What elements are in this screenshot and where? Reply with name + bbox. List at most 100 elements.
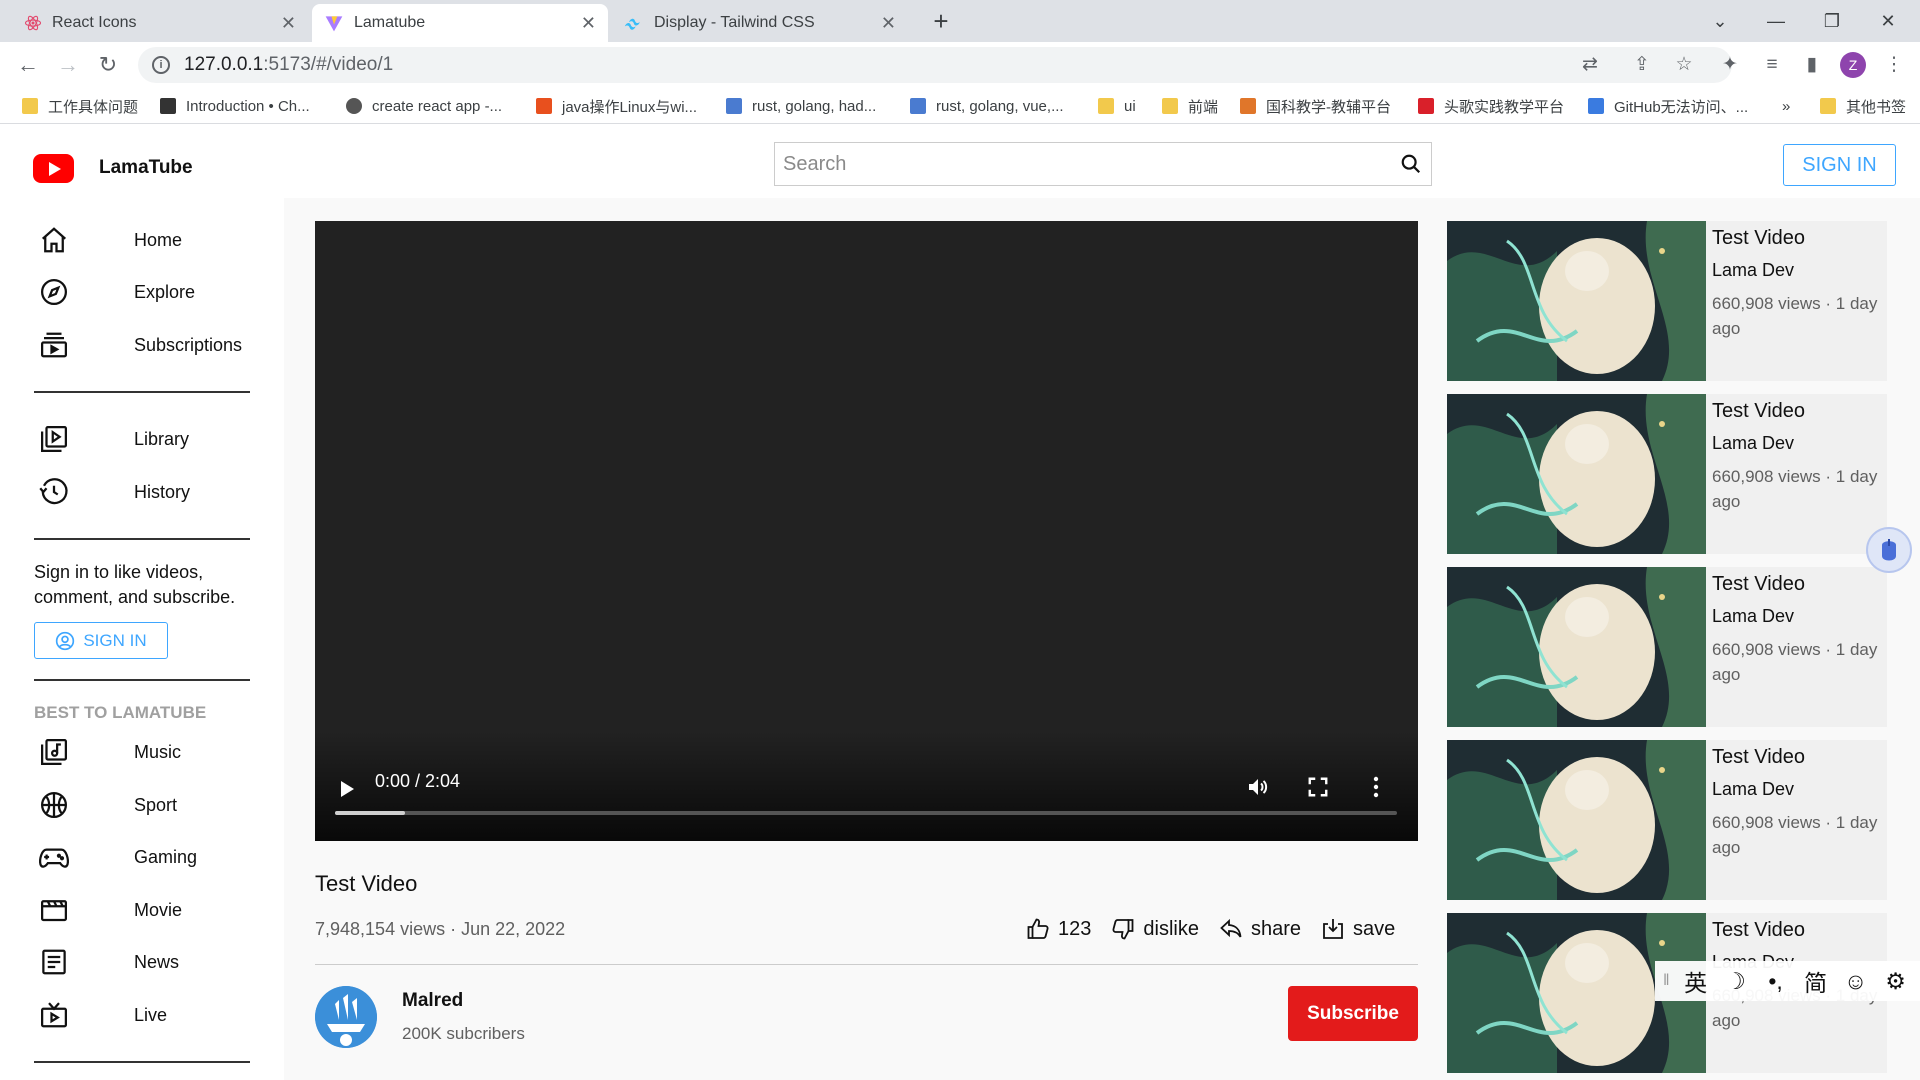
sidebar-item-sport[interactable]: Sport <box>34 785 264 825</box>
progress-bar[interactable] <box>335 811 1397 815</box>
ime-simplified-toggle[interactable]: 简 <box>1796 964 1836 998</box>
channel-name[interactable]: Malred <box>402 990 463 1012</box>
explore-icon <box>34 272 74 312</box>
bookmark-item[interactable]: 其他书签 <box>1820 95 1906 117</box>
search-input[interactable] <box>775 144 1391 184</box>
bookmark-item[interactable]: create react app -... <box>346 95 502 117</box>
time-display: 0:00 / 2:04 <box>375 771 461 791</box>
bookmark-item[interactable]: rust, golang, had... <box>726 95 876 117</box>
url-bar[interactable]: i 127.0.0.1:5173/#/video/1 <box>138 47 1732 83</box>
tab-lamatube[interactable]: Lamatube ✕ <box>312 4 608 42</box>
floating-assistant-icon[interactable] <box>1866 527 1912 573</box>
tab-search-icon[interactable]: ⌄ <box>1692 4 1748 38</box>
sidebar-item-library[interactable]: Library <box>34 419 264 459</box>
more-bookmarks-button[interactable]: » <box>1782 95 1790 117</box>
video-thumbnail[interactable] <box>1447 567 1706 727</box>
tab-tailwind[interactable]: Display - Tailwind CSS ✕ <box>612 4 908 42</box>
emoji-icon[interactable]: ☺ <box>1836 968 1876 995</box>
recommended-video-meta: 660,908 views · 1 day ago <box>1712 640 1878 684</box>
sidebar-item-news[interactable]: News <box>34 942 264 982</box>
sidebar-item-label: Explore <box>134 281 196 302</box>
video-thumbnail[interactable] <box>1447 394 1706 554</box>
bookmark-item[interactable]: java操作Linux与wi... <box>536 95 697 117</box>
reading-list-icon[interactable]: ≡ <box>1758 51 1786 79</box>
drag-handle-icon[interactable]: ‖ <box>1663 972 1670 990</box>
recommended-video-card[interactable]: Test Video Lama Dev 660,908 views · 1 da… <box>1447 221 1887 381</box>
bookmark-item[interactable]: 国科教学-教辅平台 <box>1240 95 1391 117</box>
minimize-button[interactable]: — <box>1748 4 1804 38</box>
youtube-logo-icon[interactable] <box>33 154 74 183</box>
dislike-button[interactable]: dislike <box>1111 917 1199 941</box>
bookmark-item[interactable]: rust, golang, vue,... <box>910 95 1064 117</box>
recommended-video-channel: Lama Dev <box>1712 433 1795 453</box>
save-button[interactable]: save <box>1321 917 1395 941</box>
bookmark-item[interactable]: ui <box>1098 95 1136 117</box>
subscribe-button[interactable]: Subscribe <box>1288 986 1418 1041</box>
site-info-icon[interactable]: i <box>152 56 170 74</box>
recommended-video-card[interactable]: Test Video Lama Dev 660,908 views · 1 da… <box>1447 394 1887 554</box>
sidebar-item-history[interactable]: History <box>34 472 264 512</box>
bookmark-item[interactable]: Introduction • Ch... <box>160 95 310 117</box>
close-icon[interactable]: ✕ <box>581 13 596 34</box>
more-options-icon[interactable] <box>1363 774 1389 800</box>
fullscreen-icon[interactable] <box>1305 774 1331 800</box>
sidebar-item-label: News <box>134 951 180 972</box>
bookmark-item[interactable]: 工作具体问题 <box>22 95 138 117</box>
recommended-video-meta: 660,908 views · 1 day ago <box>1712 467 1878 511</box>
extensions-icon[interactable]: ✦ <box>1716 51 1744 79</box>
sidebar-sign-in-button[interactable]: SIGN IN <box>34 622 168 659</box>
like-button[interactable]: 123 <box>1026 917 1091 941</box>
moon-icon[interactable]: ☽ <box>1716 968 1756 995</box>
maximize-button[interactable]: ❐ <box>1804 4 1860 38</box>
tailwind-logo-icon <box>624 18 640 30</box>
trend-icon <box>910 98 926 114</box>
back-button[interactable]: ← <box>12 49 44 81</box>
sidebar-item-label: Gaming <box>134 846 198 867</box>
search-icon[interactable] <box>1391 144 1431 184</box>
close-icon[interactable]: ✕ <box>281 13 296 34</box>
sidebar-item-live[interactable]: Live <box>34 995 264 1035</box>
new-tab-button[interactable]: + <box>925 6 957 38</box>
sidebar-item-movie[interactable]: Movie <box>34 890 264 930</box>
profile-avatar[interactable]: Z <box>1840 52 1866 78</box>
video-title: Test Video <box>315 871 418 896</box>
sidebar-item-home[interactable]: Home <box>34 220 264 260</box>
music-icon <box>34 732 74 772</box>
menu-dots-icon[interactable]: ⋮ <box>1880 51 1908 79</box>
side-panel-icon[interactable]: ▮ <box>1798 51 1826 79</box>
video-thumbnail[interactable] <box>1447 740 1706 900</box>
bookmark-star-icon[interactable]: ☆ <box>1670 51 1698 79</box>
bookmark-item[interactable]: GitHub无法访问、... <box>1588 95 1748 117</box>
close-icon[interactable]: ✕ <box>881 13 896 34</box>
video-player[interactable]: 0:00 / 2:04 <box>315 221 1418 841</box>
translate-icon[interactable]: ⇄ <box>1576 51 1604 79</box>
sidebar-item-music[interactable]: Music <box>34 732 264 772</box>
share-page-icon[interactable]: ⇪ <box>1628 51 1656 79</box>
forward-button[interactable]: → <box>52 49 84 81</box>
app-name[interactable]: LamaTube <box>99 157 193 179</box>
ime-toolbar: ‖ 英 ☽ •, 简 ☺ ⚙ <box>1655 961 1920 1001</box>
recommended-video-channel: Lama Dev <box>1712 260 1795 280</box>
ime-language-toggle[interactable]: 英 <box>1676 964 1716 998</box>
avatar[interactable] <box>315 986 377 1048</box>
bookmark-item[interactable]: 头歌实践教学平台 <box>1418 95 1564 117</box>
video-thumbnail[interactable] <box>1447 221 1706 381</box>
punctuation-icon[interactable]: •, <box>1756 968 1796 995</box>
recommended-video-card[interactable]: Test Video Lama Dev 660,908 views · 1 da… <box>1447 740 1887 900</box>
play-icon[interactable] <box>337 779 357 799</box>
sidebar-item-label: Live <box>134 1004 168 1025</box>
share-button[interactable]: share <box>1219 917 1301 941</box>
volume-icon[interactable] <box>1245 774 1271 800</box>
reload-button[interactable]: ↻ <box>92 49 124 81</box>
sidebar-item-gaming[interactable]: Gaming <box>34 837 264 877</box>
close-window-button[interactable]: ✕ <box>1860 4 1916 38</box>
sidebar-item-subscriptions[interactable]: Subscriptions <box>34 325 264 365</box>
gear-icon[interactable]: ⚙ <box>1876 968 1916 995</box>
bookmark-label: 工作具体问题 <box>48 98 139 116</box>
url-path: :5173/#/video/1 <box>263 54 394 75</box>
tab-react-icons[interactable]: React Icons ✕ <box>12 4 308 42</box>
header-sign-in-button[interactable]: SIGN IN <box>1783 144 1896 186</box>
sidebar-item-explore[interactable]: Explore <box>34 272 264 312</box>
bookmark-item[interactable]: 前端 <box>1162 95 1218 117</box>
recommended-video-card[interactable]: Test Video Lama Dev 660,908 views · 1 da… <box>1447 567 1887 727</box>
